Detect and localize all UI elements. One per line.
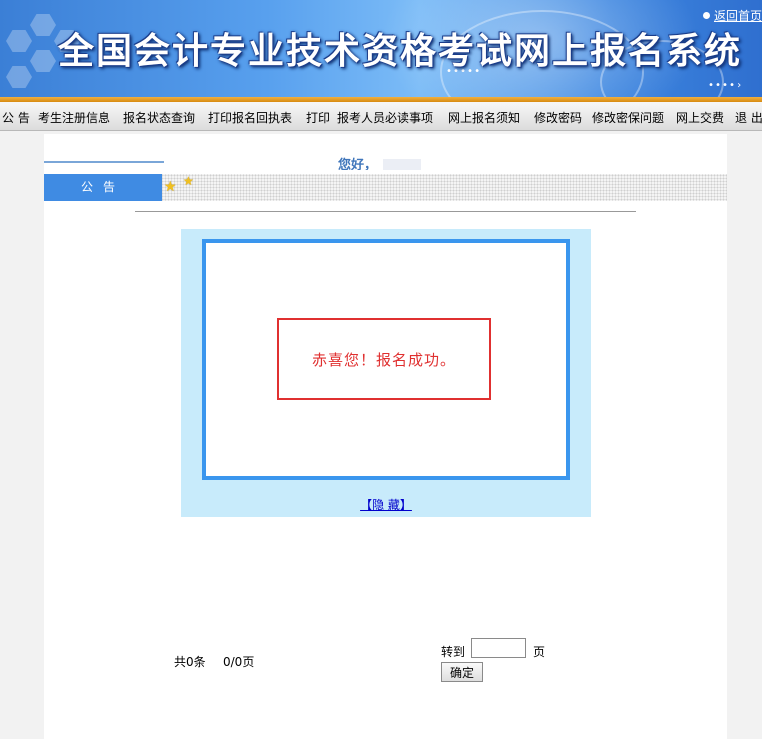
- greeting-text: 您好，: [338, 158, 378, 170]
- content-panel: 您好， 公告 ★ ★ 赤喜您！报名成功。 【隐 藏】 共0条 0/0页 转到 页…: [44, 134, 727, 739]
- pagination-total: 共0条: [174, 655, 206, 669]
- message-panel: 赤喜您！报名成功。 【隐 藏】: [181, 229, 591, 517]
- hexagon-decoration: [6, 30, 32, 52]
- main-nav: 公 告 考生注册信息 报名状态查询 打印报名回执表 打印 报考人员必读事项 网上…: [0, 102, 762, 131]
- notice-bar: 公告 ★ ★: [44, 174, 727, 201]
- goto-page-input[interactable]: [471, 638, 526, 658]
- nav-item-logout[interactable]: 退 出: [735, 109, 762, 126]
- site-title: 全国会计专业技术资格考试网上报名系统: [58, 30, 743, 72]
- header-banner: ••••• ••••› 全国会计专业技术资格考试网上报名系统 返回首页: [0, 0, 762, 97]
- hexagon-decoration: [30, 14, 56, 36]
- nav-item-online-payment[interactable]: 网上交费: [676, 109, 724, 126]
- nav-item-print[interactable]: 打印: [306, 109, 330, 126]
- message-box: 赤喜您！报名成功。: [277, 318, 491, 400]
- nav-item-security-question[interactable]: 修改密保问题: [592, 109, 664, 126]
- nav-item-registration-info[interactable]: 考生注册信息: [38, 109, 110, 126]
- nav-item-must-read[interactable]: 报考人员必读事项: [337, 109, 433, 126]
- success-message: 赤喜您！报名成功。: [311, 350, 456, 369]
- page-heading: 您好，: [338, 154, 434, 170]
- nav-item-status-query[interactable]: 报名状态查询: [123, 109, 195, 126]
- star-icon: ★: [183, 174, 194, 188]
- nav-item-online-guide[interactable]: 网上报名须知: [448, 109, 520, 126]
- pagination-pages: 0/0页: [223, 655, 255, 669]
- redacted-name: [383, 158, 422, 170]
- hide-link[interactable]: 【隐 藏】: [181, 496, 591, 513]
- return-home-label: 返回首页: [713, 9, 762, 23]
- star-icon: ★: [164, 179, 177, 195]
- goto-label: 转到: [441, 645, 466, 659]
- nav-item-change-password[interactable]: 修改密码: [534, 109, 582, 126]
- divider: [135, 211, 636, 212]
- message-frame: 赤喜您！报名成功。: [202, 239, 570, 480]
- confirm-button[interactable]: 确定: [441, 662, 483, 682]
- notice-tab[interactable]: 公告: [44, 174, 162, 201]
- hexagon-decoration: [30, 50, 56, 72]
- return-home-link[interactable]: 返回首页: [702, 7, 762, 24]
- hexagon-decoration: [6, 66, 32, 88]
- nav-item-notice[interactable]: 公 告: [2, 109, 30, 126]
- bullet-icon: [702, 12, 710, 19]
- page-unit-label: 页: [533, 645, 546, 659]
- notice-tab-shadow: [44, 161, 164, 163]
- dots-decoration: ••••›: [708, 80, 744, 91]
- nav-item-print-receipt[interactable]: 打印报名回执表: [208, 109, 292, 126]
